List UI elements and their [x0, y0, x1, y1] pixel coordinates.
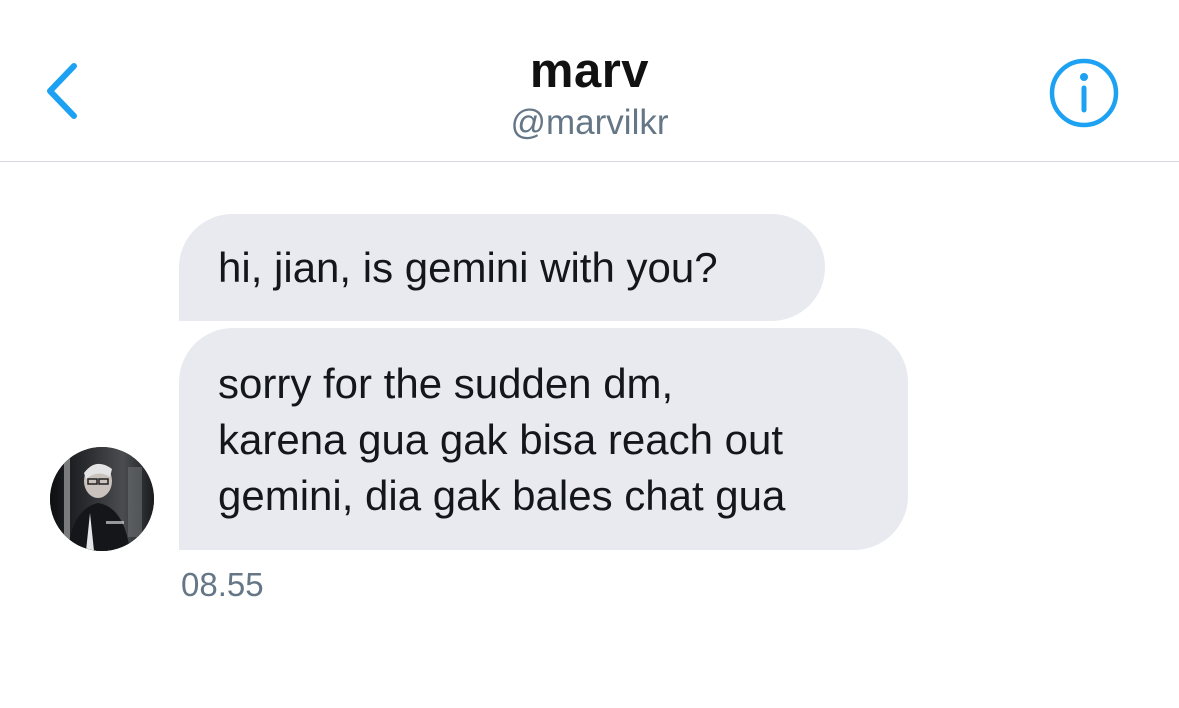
message-text: hi, jian, is gemini with you? — [218, 244, 718, 291]
info-button[interactable] — [1048, 57, 1120, 129]
message-text: sorry for the sudden dm, — [218, 360, 674, 407]
message-text: gemini, dia gak bales chat gua — [218, 472, 786, 519]
message-bubble[interactable]: sorry for the sudden dm, karena gua gak … — [179, 328, 908, 550]
conversation-header: marv @marvilkr — [0, 0, 1179, 162]
message-timestamp: 08.55 — [181, 566, 264, 603]
message-text: karena gua gak bisa reach out — [218, 416, 784, 463]
contact-name[interactable]: marv — [0, 43, 1179, 99]
info-circle-icon — [1049, 58, 1119, 128]
profile-photo — [50, 447, 154, 551]
message-bubble[interactable]: hi, jian, is gemini with you? — [179, 214, 825, 321]
avatar[interactable] — [50, 447, 154, 551]
contact-handle[interactable]: @marvilkr — [0, 103, 1179, 143]
